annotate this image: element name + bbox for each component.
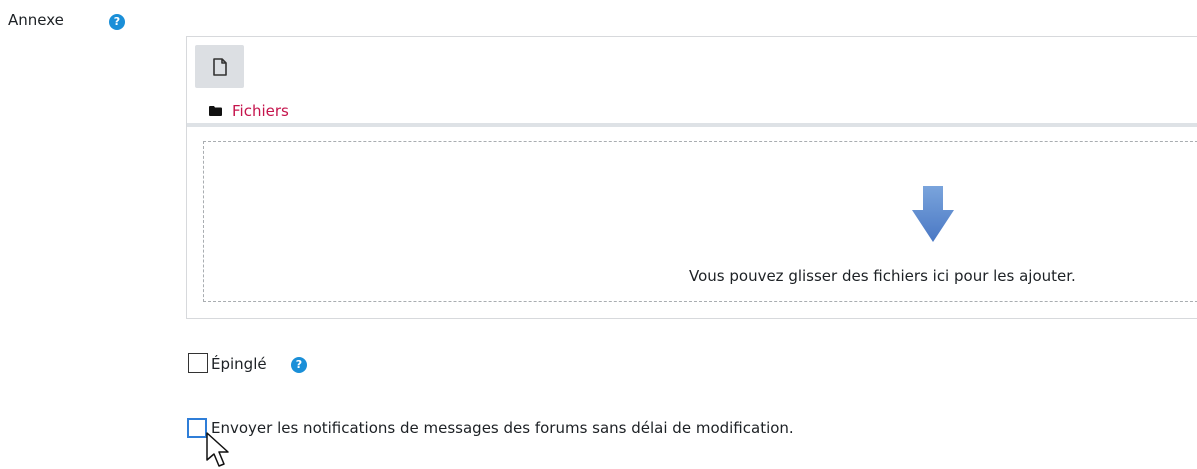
mouse-cursor-icon: [206, 432, 229, 467]
question-circle-icon[interactable]: ?: [109, 14, 125, 30]
file-dropzone[interactable]: Vous pouvez glisser des fichiers ici pou…: [203, 141, 1197, 302]
divider: [187, 123, 1197, 127]
create-file-button[interactable]: [195, 45, 244, 88]
pinned-label[interactable]: Épinglé: [211, 355, 267, 373]
pinned-checkbox[interactable]: [188, 353, 208, 373]
post-form: Annexe ? Fichiers Vous pouvez glisser de…: [0, 0, 1197, 469]
file-manager: Fichiers Vous pouvez glisser des fichier…: [186, 36, 1197, 319]
notify-label[interactable]: Envoyer les notifications de messages de…: [211, 419, 794, 437]
file-icon: [212, 57, 227, 76]
attachment-label: Annexe: [8, 11, 64, 29]
down-arrow-icon: [912, 186, 954, 242]
folder-icon: [209, 106, 222, 116]
notify-checkbox[interactable]: [187, 418, 207, 438]
file-path-breadcrumb: Fichiers: [209, 102, 289, 120]
folder-link[interactable]: Fichiers: [232, 102, 289, 120]
dropzone-text: Vous pouvez glisser des fichiers ici pou…: [689, 267, 1076, 285]
question-circle-icon[interactable]: ?: [291, 357, 307, 373]
